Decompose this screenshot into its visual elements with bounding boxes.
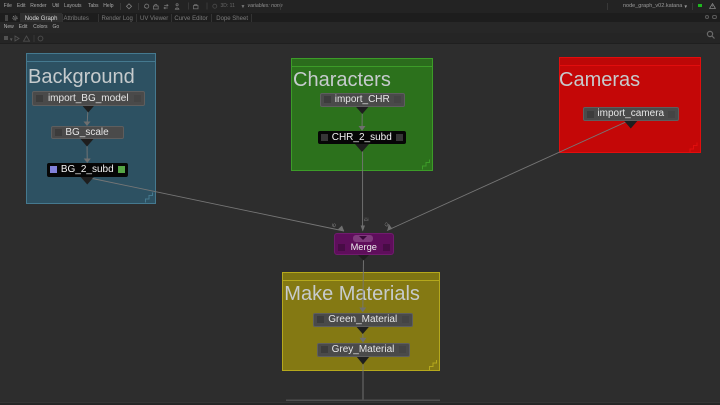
svg-text:i0: i0: [331, 223, 336, 230]
svg-text:i1: i1: [363, 218, 369, 222]
